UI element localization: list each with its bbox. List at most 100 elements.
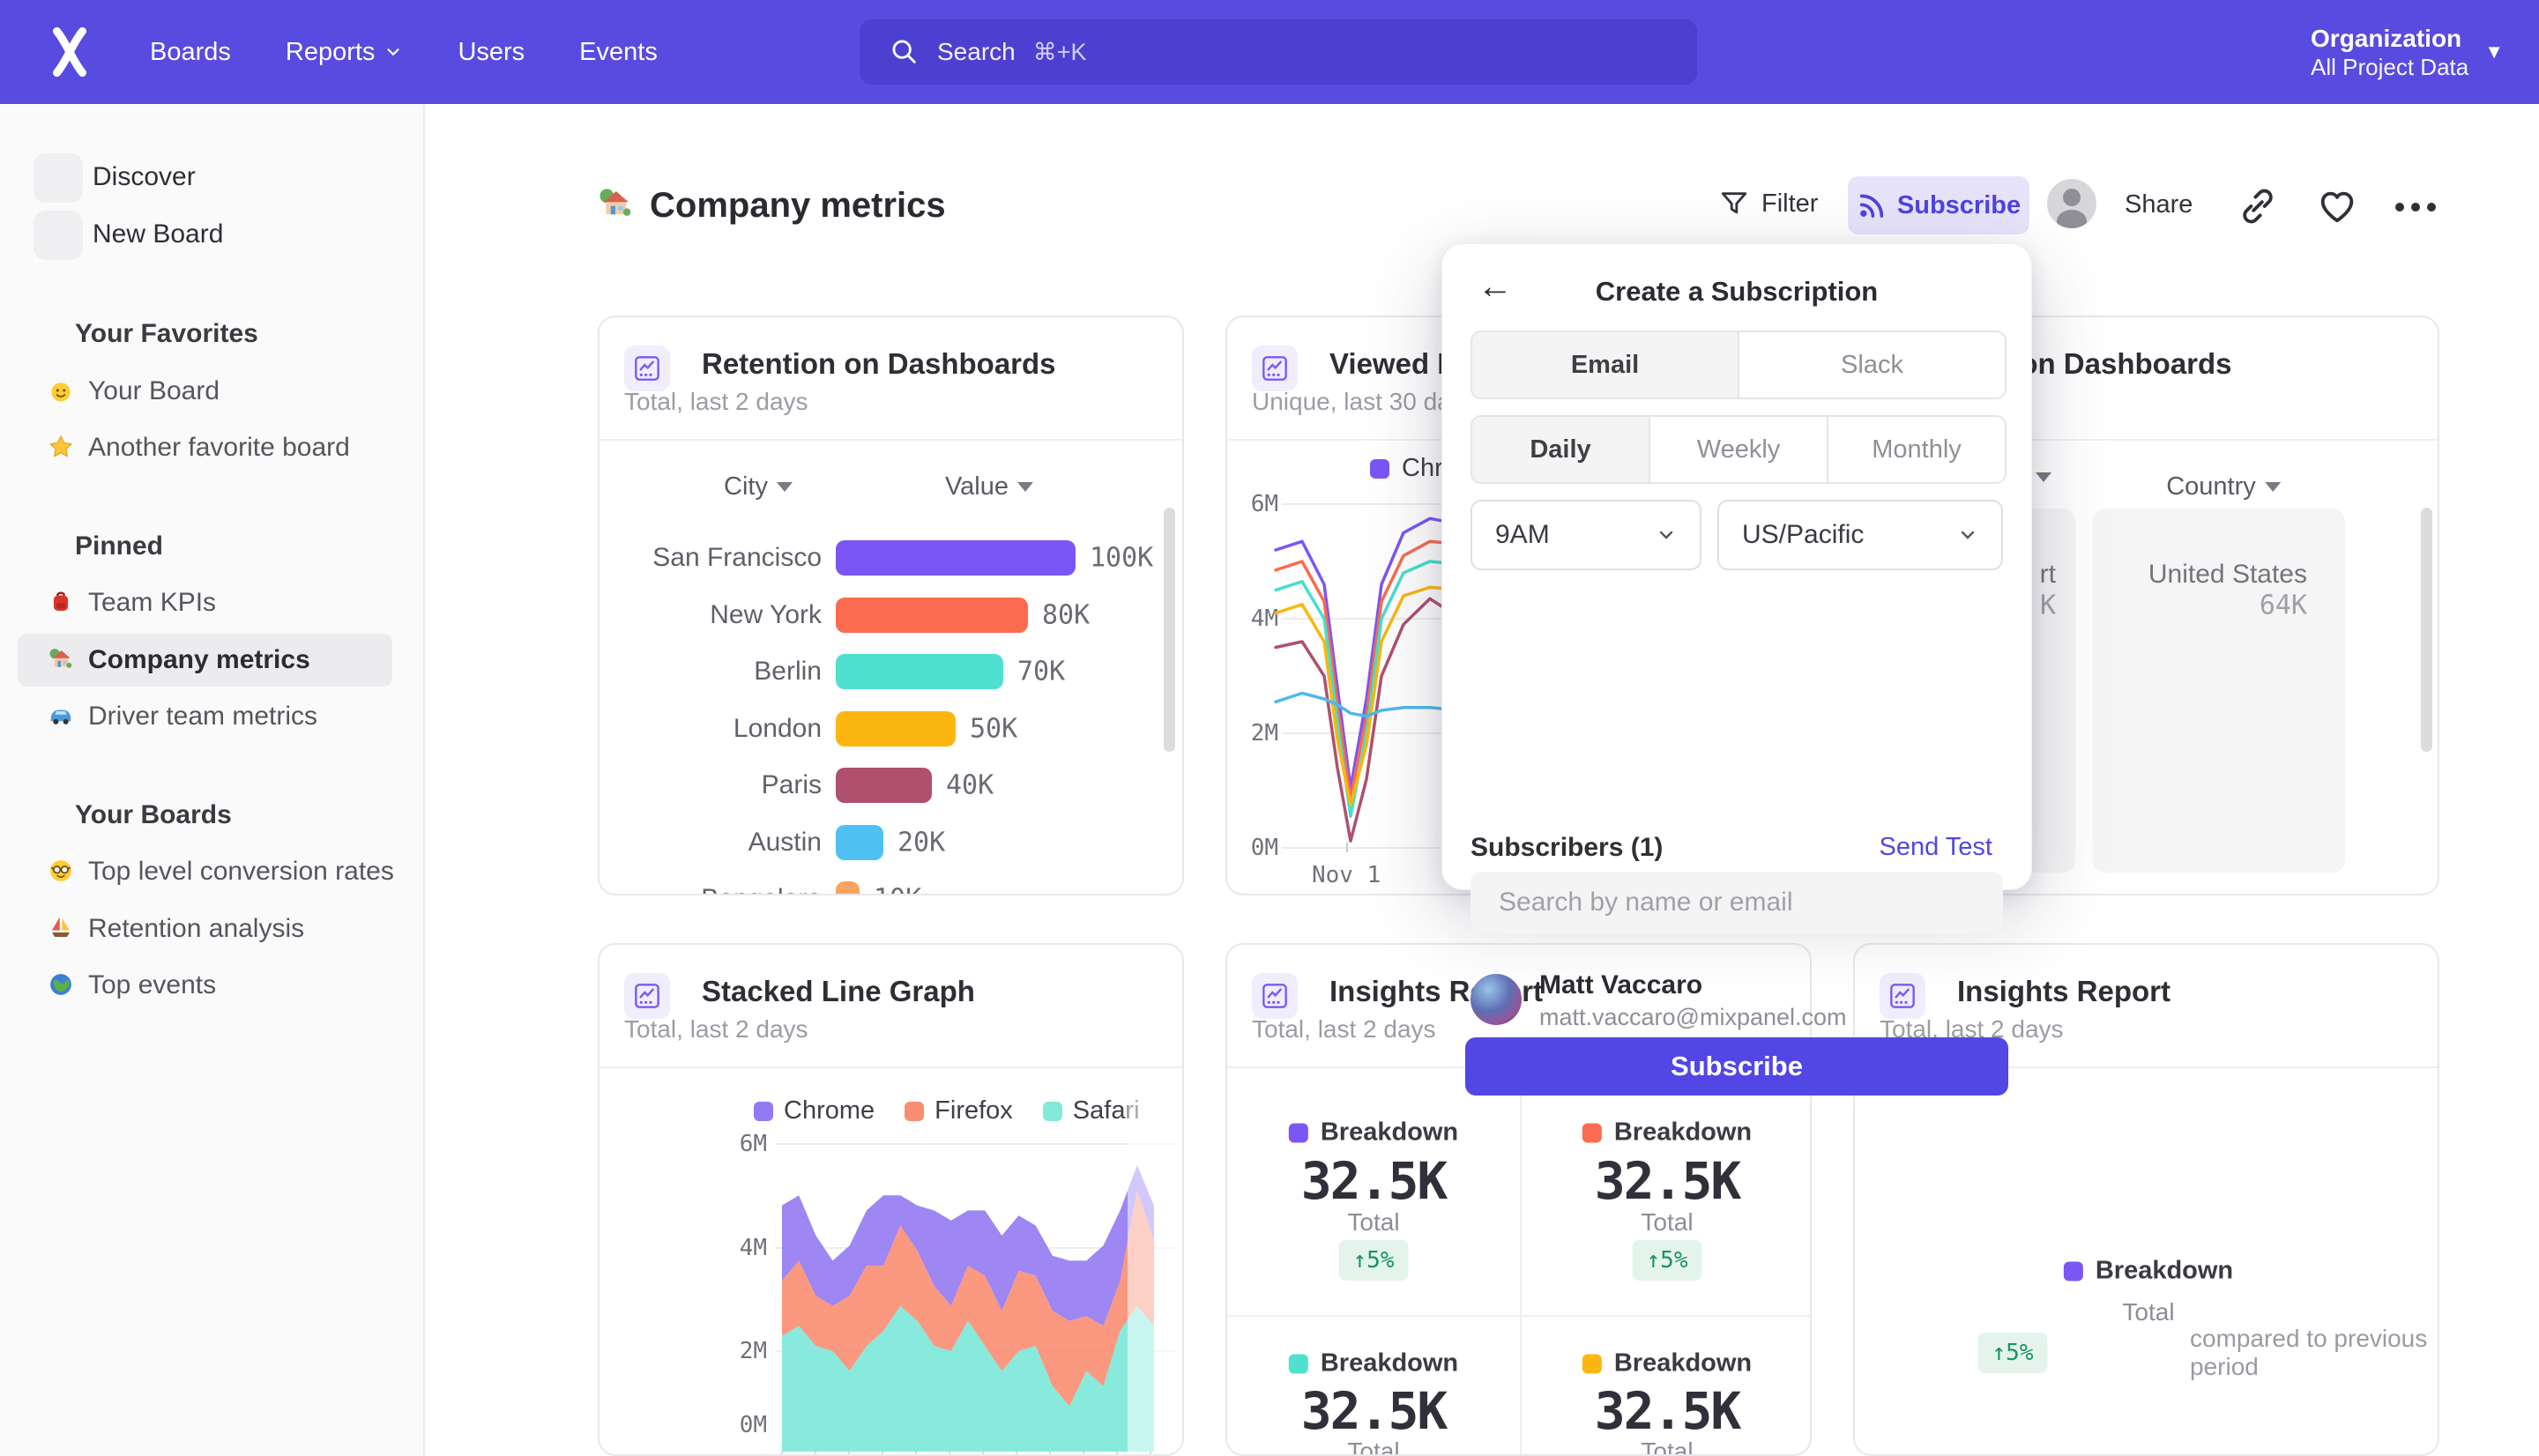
mixpanel-logo-icon[interactable]	[44, 26, 95, 78]
country-value: 64K	[2260, 591, 2307, 621]
nav-link-events[interactable]: Events	[579, 38, 658, 67]
share-button[interactable]: Share	[2125, 190, 2193, 219]
tab-daily[interactable]: Daily	[1472, 417, 1649, 482]
search-input[interactable]: Search ⌘+K	[860, 19, 1697, 85]
heart-icon[interactable]	[2317, 186, 2357, 227]
breakdown-label: Breakdown	[1582, 1349, 1752, 1378]
column-header-hidden[interactable]	[2036, 472, 2051, 482]
chevron-down-icon[interactable]: ▼	[2484, 41, 2504, 63]
database-gear-icon[interactable]	[1951, 32, 1992, 72]
frequency-tabs: DailyWeeklyMonthly	[1471, 415, 2007, 484]
metric-value: 32.5K	[1301, 1151, 1447, 1211]
create-subscription-modal: ← Create a Subscription EmailSlack Daily…	[1441, 243, 2032, 890]
stacked-area-chart	[599, 945, 1184, 1456]
nav-link-users[interactable]: Users	[458, 38, 525, 67]
city-label: New York	[610, 600, 822, 630]
tab-weekly[interactable]: Weekly	[1649, 417, 1827, 482]
retention-subtitle: Total, last 2 days	[624, 388, 808, 416]
column-header-value[interactable]: Value	[945, 472, 1033, 501]
chevron-down-icon	[44, 535, 67, 558]
sidebar-action-discover[interactable]: Discover	[0, 150, 423, 206]
insights-single-title: Insights Report	[1957, 975, 2170, 1008]
help-icon[interactable]	[2131, 32, 2171, 72]
search-placeholder: Search	[937, 38, 1016, 66]
metric-caption: Total	[1347, 1437, 1399, 1456]
divider	[1227, 1315, 1812, 1317]
sidebar-item-retention-analysis[interactable]: Retention analysis	[18, 903, 392, 955]
column-header-city[interactable]: City	[724, 472, 793, 501]
report-icon	[624, 345, 670, 391]
sidebar-item-top-level-conversion-rates[interactable]: Top level conversion rates	[18, 845, 392, 898]
sidebar-section-your-boards[interactable]: Your Boards	[0, 790, 423, 843]
search-shortcut: ⌘+K	[1033, 39, 1087, 66]
org-switcher[interactable]: Organization All Project Data	[2311, 24, 2468, 80]
car-emoji-icon	[48, 702, 74, 733]
value-label: 20K	[897, 828, 945, 858]
sidebar-section-pinned[interactable]: Pinned	[0, 521, 423, 574]
sidebar-item-another-favorite-board[interactable]: Another favorite board	[18, 421, 392, 474]
globe-emoji-icon	[48, 971, 74, 1002]
timezone-select[interactable]: US/Pacific	[1717, 500, 2003, 570]
sidebar-item-team-kpis[interactable]: Team KPIs	[18, 576, 392, 629]
tab-monthly[interactable]: Monthly	[1827, 417, 2005, 482]
city-label: Paris	[610, 770, 822, 800]
sailboat-emoji-icon	[48, 915, 74, 946]
org-project: All Project Data	[2311, 54, 2468, 80]
chevron-down-icon	[44, 535, 67, 562]
sidebar-item-your-board[interactable]: Your Board	[18, 365, 392, 418]
delta-badge: ↑5%	[1633, 1240, 1702, 1281]
tab-email[interactable]: Email	[1472, 332, 1738, 397]
metric-value: 32.5K	[1301, 1381, 1447, 1441]
report-icon	[1880, 973, 1925, 1019]
tab-slack[interactable]: Slack	[1738, 332, 2005, 397]
vertical-scrollbar[interactable]	[1164, 508, 1175, 752]
house-garden-emoji-icon	[48, 646, 74, 672]
nav-link-reports[interactable]: Reports	[286, 38, 404, 67]
more-options-icon[interactable]	[2393, 196, 2438, 219]
plus-icon	[34, 211, 83, 260]
value-bar	[836, 768, 932, 803]
sidebar-section-your-favorites[interactable]: Your Favorites	[0, 308, 423, 361]
metric-caption: Total	[1641, 1437, 1693, 1456]
backpack-emoji-icon	[48, 589, 74, 620]
breakdown-panel-country: United States 64K	[2093, 509, 2345, 873]
globe-emoji-icon	[48, 971, 74, 998]
settings-gear-icon[interactable]	[2221, 32, 2261, 72]
subscriber-search-input[interactable]	[1471, 872, 2003, 933]
sidebar-action-new-board[interactable]: New Board	[0, 207, 423, 264]
sidebar-item-driver-team-metrics[interactable]: Driver team metrics	[18, 690, 392, 743]
apps-grid-icon[interactable]	[2041, 32, 2081, 72]
filter-button[interactable]: Filter	[1719, 189, 1818, 219]
house-garden-emoji-icon	[48, 646, 74, 677]
nav-link-boards[interactable]: Boards	[150, 38, 231, 67]
column-header-country[interactable]: Country	[2166, 472, 2281, 501]
metric-caption: Total	[2122, 1298, 2174, 1326]
avatar[interactable]	[2047, 179, 2096, 228]
modal-subscribe-button[interactable]: Subscribe	[1465, 1037, 2008, 1096]
chevron-down-icon	[383, 42, 403, 62]
divider	[1520, 1068, 1522, 1456]
rss-icon	[1857, 190, 1887, 220]
subscriber-avatar	[1471, 974, 1522, 1025]
send-test-link[interactable]: Send Test	[1880, 833, 1992, 862]
vertical-scrollbar[interactable]	[2421, 508, 2432, 752]
house-garden-emoji-icon	[597, 185, 634, 227]
sidebar: Discover New Board Your Favorites Your B…	[0, 104, 425, 1456]
top-nav: Boards Reports Users Events Search ⌘+K Orga…	[0, 0, 2539, 104]
delta-caption: compared to previous period	[2190, 1325, 2438, 1381]
card-insights-report-single: Insights Report Total, last 2 days Break…	[1853, 943, 2439, 1456]
time-select[interactable]: 9AM	[1471, 500, 1701, 570]
sidebar-item-top-events[interactable]: Top events	[18, 959, 392, 1012]
page-title: Company metrics	[597, 181, 946, 230]
value-label: 10K	[874, 884, 921, 896]
city-label: London	[610, 714, 822, 744]
sidebar-item-company-metrics[interactable]: Company metrics	[18, 634, 392, 687]
delta-badge: ↑5%	[1339, 1240, 1409, 1281]
sailboat-emoji-icon	[48, 915, 74, 941]
smiling-halo-emoji-icon	[48, 377, 74, 404]
modal-title: Create a Subscription	[1442, 276, 2031, 308]
value-label: 80K	[1042, 599, 1090, 630]
subscribe-button[interactable]: Subscribe	[1848, 176, 2029, 234]
link-icon[interactable]	[2237, 186, 2278, 227]
channel-tabs: EmailSlack	[1471, 331, 2007, 399]
